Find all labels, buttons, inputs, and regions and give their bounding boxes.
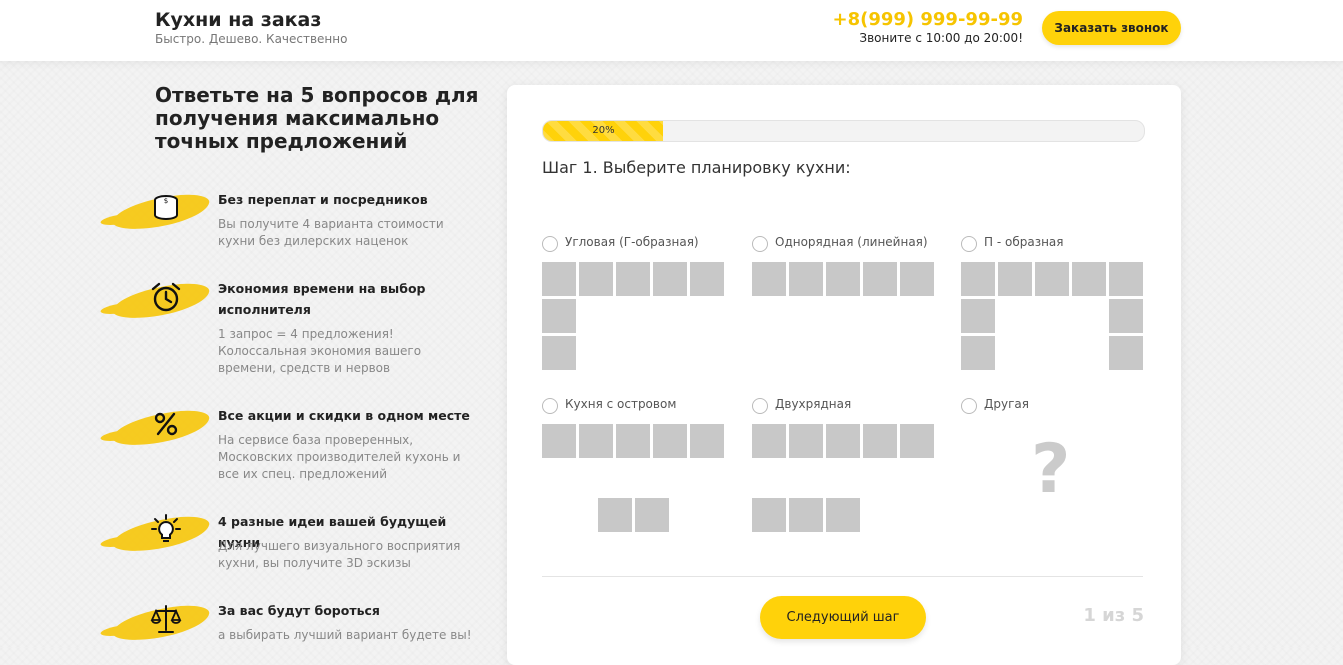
option-label: П - образная <box>984 235 1064 249</box>
radio-button[interactable] <box>752 398 768 414</box>
alarm-clock-icon <box>149 280 183 314</box>
question-mark-icon: ? <box>1031 430 1071 509</box>
brand-title: Кухни на заказ <box>155 9 322 31</box>
radio-button[interactable] <box>542 236 558 252</box>
step-title: Шаг 1. Выберите планировку кухни: <box>542 158 851 177</box>
benefit-title: Все акции и скидки в одном месте <box>218 408 470 423</box>
radio-button[interactable] <box>961 398 977 414</box>
scales-icon <box>149 602 183 636</box>
coins-icon: $ <box>149 191 183 225</box>
lightbulb-icon <box>149 513 183 547</box>
radio-button[interactable] <box>961 236 977 252</box>
benefit-text: а выбирать лучший вариант будете вы! <box>218 628 472 642</box>
divider <box>542 576 1143 577</box>
left-heading: Ответьте на 5 вопросов для получения мак… <box>155 83 479 153</box>
benefit-text: Вы получите 4 варианта стоимости кухни б… <box>218 217 444 248</box>
working-hours: Звоните с 10:00 до 20:00! <box>859 31 1023 45</box>
percent-icon <box>149 407 183 441</box>
progress-label: 20% <box>592 125 615 136</box>
site-header: Кухни на заказ Быстро. Дешево. Качествен… <box>0 0 1343 61</box>
benefit-title: Без переплат и посредников <box>218 192 428 207</box>
step-counter: 1 из 5 <box>1083 605 1144 626</box>
radio-button[interactable] <box>752 236 768 252</box>
progress-bar: 20% <box>542 120 1145 142</box>
phone-number[interactable]: +8(999) 999-99-99 <box>832 9 1023 30</box>
option-label: Двухрядная <box>775 397 852 411</box>
benefit-title: Экономия времени на выбор исполнителя <box>218 281 426 317</box>
option-label: Однорядная (линейная) <box>775 235 928 249</box>
order-call-button[interactable]: Заказать звонок <box>1042 11 1181 45</box>
benefit-text: 1 запрос = 4 предложения! Колоссальная э… <box>218 327 422 375</box>
next-step-button[interactable]: Следующий шаг <box>760 596 926 639</box>
option-label: Кухня с островом <box>565 397 677 411</box>
benefit-text: На сервисе база проверенных, Московских … <box>218 433 461 481</box>
option-label: Другая <box>984 397 1029 411</box>
quiz-card: 20% Шаг 1. Выберите планировку кухни: Уг… <box>507 85 1181 665</box>
brand-subtitle: Быстро. Дешево. Качественно <box>155 32 348 46</box>
benefit-title: За вас будут бороться <box>218 603 380 618</box>
svg-text:$: $ <box>164 197 168 205</box>
radio-button[interactable] <box>542 398 558 414</box>
option-label: Угловая (Г-образная) <box>565 235 699 249</box>
benefit-text: Для лучшего визуального восприятия кухни… <box>218 539 461 570</box>
